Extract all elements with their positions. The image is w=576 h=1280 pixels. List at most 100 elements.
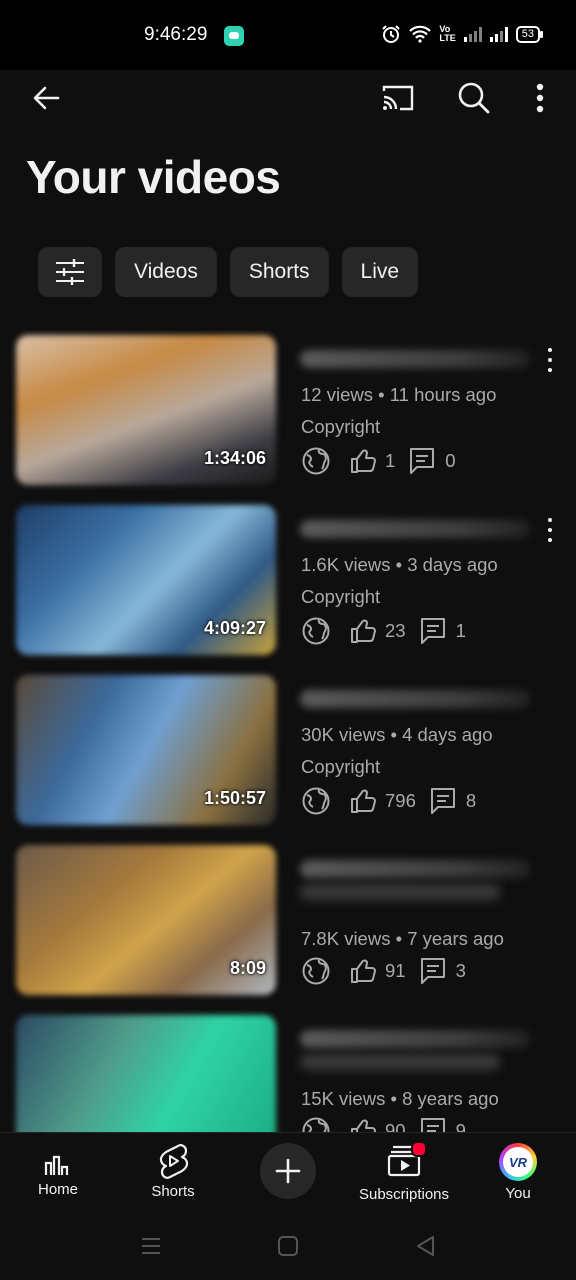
video-visibility: Copyright: [301, 416, 381, 437]
create-button[interactable]: [260, 1143, 316, 1199]
video-thumbnail[interactable]: [16, 1015, 276, 1132]
status-bar: 9:46:29 Vo LTE 53: [0, 0, 576, 70]
video-title-blurred-line2: [300, 1054, 500, 1070]
search-button[interactable]: [450, 74, 498, 122]
comment-count: 9: [455, 1120, 466, 1132]
shorts-icon: [159, 1144, 189, 1179]
chip-live[interactable]: Live: [341, 247, 419, 297]
notification-app-icon: [224, 26, 244, 46]
chip-videos[interactable]: Videos: [115, 247, 217, 297]
filter-chips: Videos Shorts Live: [38, 247, 419, 297]
globe-icon: [302, 787, 330, 815]
notification-dot: [411, 1141, 427, 1157]
comment-icon: [420, 618, 445, 644]
like-count: 1: [385, 450, 396, 471]
comment-icon: [420, 958, 445, 984]
video-item[interactable]: 15K views • 8 years ago 90 9: [0, 1010, 576, 1132]
recents-menu-icon[interactable]: [140, 1235, 162, 1257]
like-count: 23: [385, 620, 406, 641]
video-visibility: Copyright: [301, 586, 381, 607]
wifi-icon: [409, 25, 432, 43]
nav-subscriptions[interactable]: Subscriptions: [348, 1133, 460, 1213]
video-title-blurred: [300, 690, 530, 708]
top-app-bar: [0, 70, 576, 126]
video-duration: 8:09: [229, 958, 266, 978]
video-more-button[interactable]: [540, 348, 560, 372]
video-stats: 796 8: [301, 786, 476, 816]
nav-you[interactable]: VR You: [484, 1133, 552, 1213]
video-meta: 1.6K views • 3 days ago: [301, 554, 498, 575]
nav-shorts[interactable]: Shorts: [135, 1133, 211, 1213]
filter-sliders-icon: [56, 259, 84, 285]
home-square-icon[interactable]: [277, 1235, 299, 1257]
comment-count: 3: [455, 960, 466, 981]
system-navigation-bar: [0, 1212, 576, 1280]
alarm-icon: [382, 25, 401, 43]
thumb-up-icon: [351, 449, 376, 473]
video-title-blurred: [300, 350, 530, 368]
video-stats: 1 0: [301, 446, 456, 476]
video-item[interactable]: 1:50:57 30K views • 4 days ago Copyright…: [0, 670, 576, 840]
video-stats: 91 3: [301, 956, 466, 986]
video-title-blurred: [300, 860, 530, 878]
back-button[interactable]: [22, 74, 70, 122]
avatar-text: VR: [508, 1154, 528, 1170]
video-duration: 1:50:57: [203, 788, 266, 808]
battery-indicator: 53: [515, 25, 544, 43]
back-triangle-icon[interactable]: [414, 1235, 436, 1257]
avatar: VR: [499, 1143, 537, 1181]
video-item[interactable]: 4:09:27 1.6K views • 3 days ago Copyrigh…: [0, 500, 576, 670]
globe-icon: [302, 447, 330, 475]
more-vert-icon: [536, 83, 544, 113]
video-more-button[interactable]: [540, 518, 560, 542]
home-icon: [44, 1155, 69, 1175]
video-stats: 90 9: [301, 1116, 466, 1132]
page-title: Your videos: [26, 151, 281, 203]
comment-count: 1: [455, 620, 466, 641]
video-list: 1:34:06 12 views • 11 hours ago Copyrigh…: [0, 330, 576, 1132]
comment-icon: [430, 788, 455, 814]
video-stats: 23 1: [301, 616, 466, 646]
video-meta: 12 views • 11 hours ago: [301, 384, 497, 405]
globe-icon: [302, 1117, 330, 1132]
globe-icon: [302, 957, 330, 985]
video-meta: 15K views • 8 years ago: [301, 1088, 499, 1109]
bottom-navigation: Home Shorts Subscriptions VR You: [0, 1132, 576, 1213]
video-duration: 1:34:06: [203, 448, 266, 468]
signal-icon: [463, 26, 482, 42]
video-item[interactable]: 1:34:06 12 views • 11 hours ago Copyrigh…: [0, 330, 576, 500]
cast-icon: [382, 85, 414, 111]
thumb-up-icon: [351, 1119, 376, 1132]
video-title-blurred-line2: [300, 884, 500, 900]
video-title-blurred: [300, 1030, 530, 1048]
comment-count: 0: [445, 450, 456, 471]
status-time: 9:46:29: [144, 24, 208, 45]
search-icon: [458, 82, 490, 114]
volte-label: Vo LTE: [439, 24, 456, 43]
video-item[interactable]: 8:09 7.8K views • 7 years ago 91 3: [0, 840, 576, 1010]
thumb-up-icon: [351, 959, 376, 983]
nav-you-label: You: [505, 1185, 531, 1202]
video-title-blurred: [300, 520, 530, 538]
comment-icon: [420, 1118, 445, 1132]
chip-shorts[interactable]: Shorts: [229, 247, 329, 297]
subscriptions-icon-wrap: [387, 1141, 427, 1182]
video-visibility: Copyright: [301, 756, 381, 777]
cast-button[interactable]: [374, 74, 422, 122]
like-count: 796: [385, 790, 416, 811]
plus-icon: [275, 1158, 301, 1184]
nav-shorts-label: Shorts: [151, 1183, 195, 1200]
comment-count: 8: [465, 790, 477, 811]
nav-home-label: Home: [37, 1181, 78, 1198]
like-count: 91: [385, 960, 406, 981]
overflow-menu-button[interactable]: [520, 74, 560, 122]
like-count: 90: [385, 1120, 406, 1132]
video-meta: 30K views • 4 days ago: [301, 724, 493, 745]
thumb-up-icon: [351, 789, 376, 813]
signal-icon-2: [489, 26, 508, 42]
nav-subscriptions-label: Subscriptions: [358, 1186, 450, 1203]
filter-settings-chip[interactable]: [38, 247, 102, 297]
video-duration: 4:09:27: [203, 618, 266, 638]
nav-home[interactable]: Home: [20, 1133, 96, 1213]
globe-icon: [302, 617, 330, 645]
